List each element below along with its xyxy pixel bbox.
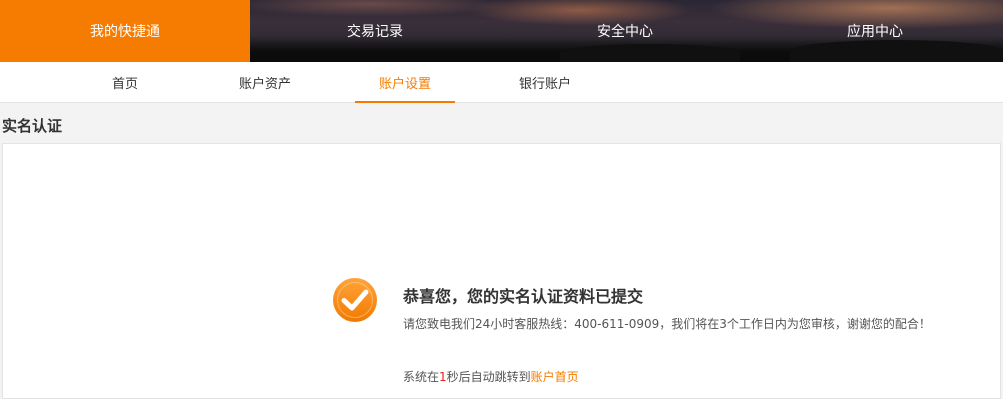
redirect-countdown: 1 <box>439 370 447 384</box>
account-home-link[interactable]: 账户首页 <box>531 370 579 384</box>
check-circle-icon <box>333 278 377 322</box>
result-panel <box>2 143 1001 399</box>
subnav-item-home[interactable]: 首页 <box>75 62 175 103</box>
result-message: 请您致电我们24小时客服热线：400-611-0909，我们将在3个工作日内为您… <box>403 317 931 331</box>
sub-nav-bar: 首页 账户资产 账户设置 银行账户 <box>0 62 1003 103</box>
tab-transaction-records[interactable]: 交易记录 <box>250 0 500 62</box>
redirect-prefix: 系统在 <box>403 370 440 384</box>
tab-security-center[interactable]: 安全中心 <box>500 0 750 62</box>
redirect-middle: 秒后自动跳转到 <box>446 370 531 384</box>
redirect-notice: 系统在1秒后自动跳转到账户首页 <box>403 368 579 385</box>
section-title: 实名认证 <box>2 117 63 135</box>
tab-my-kuaijietong[interactable]: 我的快捷通 <box>0 0 250 62</box>
subnav-item-account-assets[interactable]: 账户资产 <box>215 62 315 103</box>
result-title: 恭喜您，您的实名认证资料已提交 <box>403 287 644 306</box>
top-nav-bar: 我的快捷通 交易记录 安全中心 应用中心 <box>0 0 1003 62</box>
tab-app-center[interactable]: 应用中心 <box>750 0 1000 62</box>
subnav-item-bank-account[interactable]: 银行账户 <box>495 62 595 103</box>
subnav-item-account-settings[interactable]: 账户设置 <box>355 62 455 103</box>
